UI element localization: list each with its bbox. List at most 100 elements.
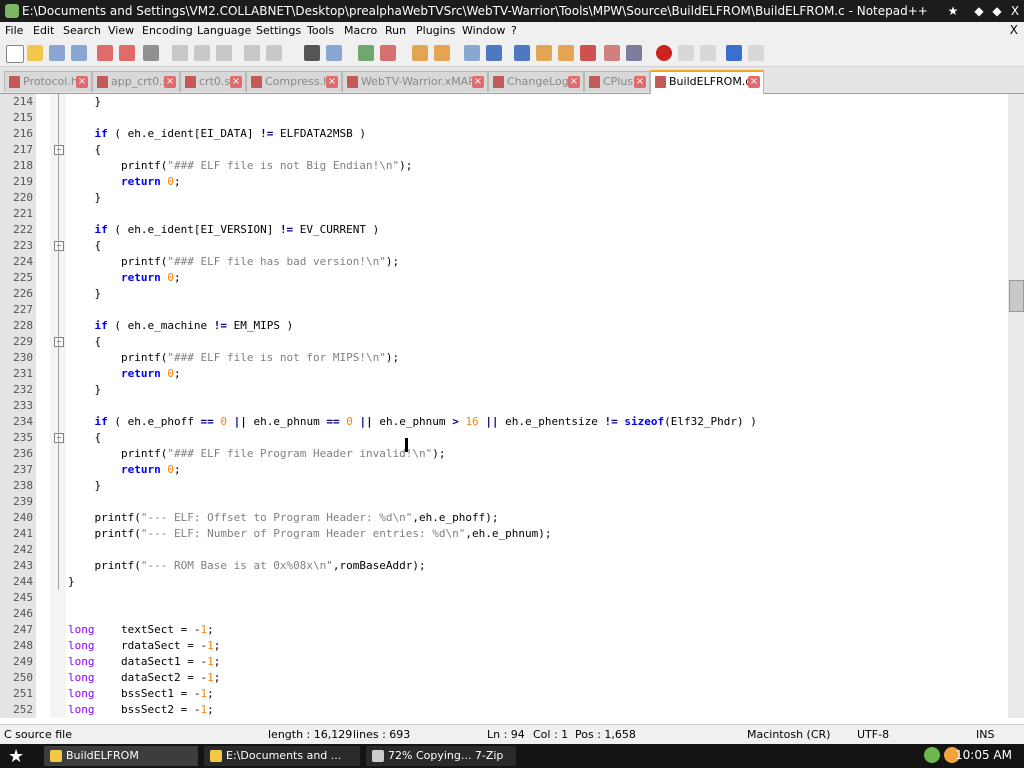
- maximize-button[interactable]: ◆: [988, 2, 1006, 20]
- code-line[interactable]: 220 }: [0, 190, 1008, 206]
- run-macro-multiple-icon[interactable]: [726, 45, 742, 61]
- copy-icon[interactable]: [194, 45, 210, 61]
- code-line[interactable]: 215: [0, 110, 1008, 126]
- fold-toggle-icon[interactable]: −: [54, 241, 64, 251]
- tab-close-icon[interactable]: ×: [634, 76, 646, 88]
- monitoring-icon[interactable]: [626, 45, 642, 61]
- close-file-icon[interactable]: [97, 45, 113, 61]
- code-line[interactable]: 252 long bssSect2 = -1;: [0, 702, 1008, 718]
- user-language-icon[interactable]: [536, 45, 552, 61]
- save-macro-icon[interactable]: [748, 45, 764, 61]
- code-line[interactable]: 224 printf("### ELF file has bad version…: [0, 254, 1008, 270]
- playback-macro-icon[interactable]: [700, 45, 716, 61]
- function-list-icon[interactable]: [580, 45, 596, 61]
- code-line[interactable]: 245: [0, 590, 1008, 606]
- menu-macro[interactable]: Macro: [344, 24, 377, 37]
- code-line[interactable]: 223 − {: [0, 238, 1008, 254]
- taskbar-button-7zip[interactable]: 72% Copying... 7-Zip: [366, 746, 516, 766]
- code-line[interactable]: 247 long textSect = -1;: [0, 622, 1008, 638]
- fold-toggle-icon[interactable]: −: [54, 145, 64, 155]
- word-wrap-icon[interactable]: [464, 45, 480, 61]
- zoom-in-icon[interactable]: [358, 45, 374, 61]
- stop-recording-icon[interactable]: [678, 45, 694, 61]
- code-line[interactable]: 216 if ( eh.e_ident[EI_DATA] != ELFDATA2…: [0, 126, 1008, 142]
- tab-crt0-s[interactable]: crt0.s ×: [180, 71, 246, 92]
- code-line[interactable]: 226 }: [0, 286, 1008, 302]
- status-eol-format[interactable]: Macintosh (CR): [747, 728, 830, 741]
- code-line[interactable]: 236 printf("### ELF file Program Header …: [0, 446, 1008, 462]
- tab-close-icon[interactable]: ×: [568, 76, 580, 88]
- menu-window[interactable]: Window: [462, 24, 505, 37]
- code-line[interactable]: 251 long bssSect1 = -1;: [0, 686, 1008, 702]
- new-file-icon[interactable]: [6, 45, 24, 63]
- tab-app-crt0-s[interactable]: app_crt0.s ×: [92, 71, 180, 92]
- code-line[interactable]: 227: [0, 302, 1008, 318]
- code-line[interactable]: 242: [0, 542, 1008, 558]
- code-line[interactable]: 221: [0, 206, 1008, 222]
- print-icon[interactable]: [143, 45, 159, 61]
- taskbar-button-buildelfrom[interactable]: BuildELFROM: [44, 746, 198, 766]
- menu-view[interactable]: View: [108, 24, 134, 37]
- sync-vertical-icon[interactable]: [412, 45, 428, 61]
- tab-close-icon[interactable]: ×: [230, 76, 242, 88]
- code-line[interactable]: 214 }: [0, 94, 1008, 110]
- tab-protocol-h[interactable]: Protocol.h ×: [4, 71, 92, 92]
- open-file-icon[interactable]: [27, 45, 43, 61]
- sync-horizontal-icon[interactable]: [434, 45, 450, 61]
- tab-cplus[interactable]: CPlus ×: [584, 71, 650, 92]
- menu-search[interactable]: Search: [63, 24, 101, 37]
- code-line[interactable]: 218 printf("### ELF file is not Big Endi…: [0, 158, 1008, 174]
- code-line[interactable]: 243 printf("--- ROM Base is at 0x%08x\n"…: [0, 558, 1008, 574]
- doc-map-icon[interactable]: [558, 45, 574, 61]
- pin-window-icon[interactable]: ★: [944, 2, 962, 20]
- network-tray-icon[interactable]: [924, 747, 940, 763]
- menu-run[interactable]: Run: [385, 24, 406, 37]
- record-macro-icon[interactable]: [656, 45, 672, 61]
- cut-icon[interactable]: [172, 45, 188, 61]
- tab-close-icon[interactable]: ×: [326, 76, 338, 88]
- redo-icon[interactable]: [266, 45, 282, 61]
- start-star-icon[interactable]: ★: [8, 746, 24, 767]
- code-line[interactable]: 232 }: [0, 382, 1008, 398]
- code-line[interactable]: 229 − {: [0, 334, 1008, 350]
- code-line[interactable]: 219 return 0;: [0, 174, 1008, 190]
- scrollbar-thumb[interactable]: [1009, 280, 1024, 312]
- tab-webtv-warrior-xmap[interactable]: WebTV-Warrior.xMAP ×: [342, 71, 488, 92]
- code-line[interactable]: 235 − {: [0, 430, 1008, 446]
- fold-toggle-icon[interactable]: −: [54, 337, 64, 347]
- menu-tools[interactable]: Tools: [307, 24, 334, 37]
- code-line[interactable]: 233: [0, 398, 1008, 414]
- zoom-out-icon[interactable]: [380, 45, 396, 61]
- tab-changelog[interactable]: ChangeLog ×: [488, 71, 584, 92]
- code-line[interactable]: 244}: [0, 574, 1008, 590]
- code-line[interactable]: 248 long rdataSect = -1;: [0, 638, 1008, 654]
- close-all-icon[interactable]: [119, 45, 135, 61]
- code-line[interactable]: 241 printf("--- ELF: Number of Program H…: [0, 526, 1008, 542]
- tab-close-icon[interactable]: ×: [472, 76, 484, 88]
- folder-workspace-icon[interactable]: [604, 45, 620, 61]
- code-line[interactable]: 230 printf("### ELF file is not for MIPS…: [0, 350, 1008, 366]
- paste-icon[interactable]: [216, 45, 232, 61]
- show-all-chars-icon[interactable]: [486, 45, 502, 61]
- replace-icon[interactable]: [326, 45, 342, 61]
- menu-help[interactable]: ?: [511, 24, 517, 37]
- minimize-button[interactable]: ◆: [970, 2, 988, 20]
- status-encoding[interactable]: UTF-8: [857, 728, 889, 741]
- code-editor[interactable]: 214 } 215 216 if ( eh.e_ident[EI_DATA] != …: [0, 94, 1008, 718]
- code-line[interactable]: 231 return 0;: [0, 366, 1008, 382]
- tab-close-icon[interactable]: ×: [748, 76, 760, 88]
- find-icon[interactable]: [304, 45, 320, 61]
- vertical-scrollbar[interactable]: [1008, 94, 1024, 718]
- code-line[interactable]: 246: [0, 606, 1008, 622]
- menu-encoding[interactable]: Encoding: [142, 24, 193, 37]
- code-line[interactable]: 237 return 0;: [0, 462, 1008, 478]
- menu-settings[interactable]: Settings: [256, 24, 301, 37]
- tab-close-icon[interactable]: ×: [164, 76, 176, 88]
- save-all-icon[interactable]: [71, 45, 87, 61]
- status-insert-mode[interactable]: INS: [976, 728, 994, 741]
- close-button[interactable]: X: [1006, 2, 1024, 20]
- taskbar-clock[interactable]: 10:05 AM: [955, 748, 1012, 762]
- code-line[interactable]: 240 printf("--- ELF: Offset to Program H…: [0, 510, 1008, 526]
- undo-icon[interactable]: [244, 45, 260, 61]
- menu-plugins[interactable]: Plugins: [416, 24, 455, 37]
